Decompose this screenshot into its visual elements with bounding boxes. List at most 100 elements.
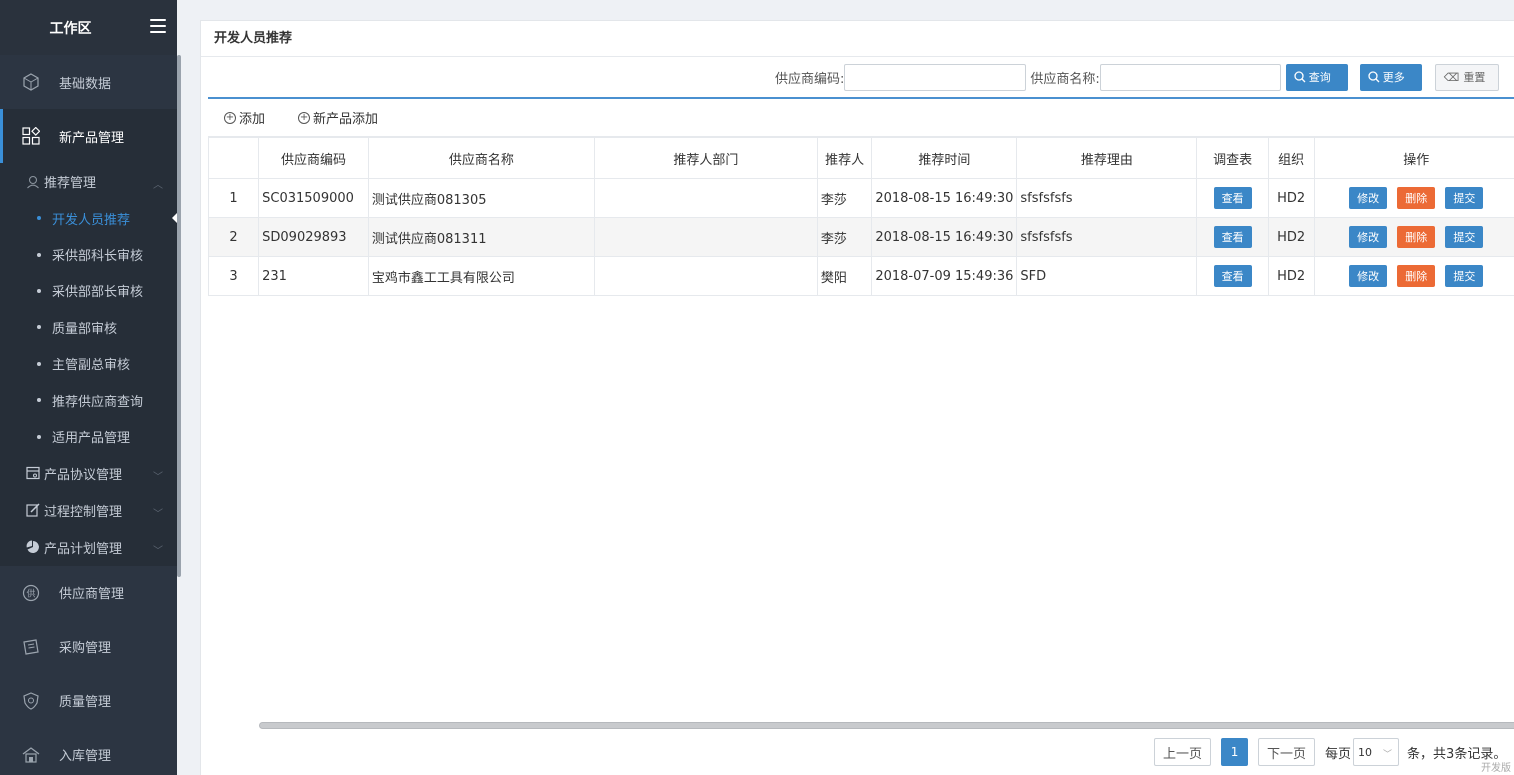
current-page-button[interactable]: 1 xyxy=(1221,738,1249,766)
sidebar-item-dev-recommend[interactable]: 开发人员推荐 xyxy=(0,200,178,236)
delete-button[interactable]: 删除 xyxy=(1397,187,1436,209)
sidebar-item-product-mgmt[interactable]: 适用产品管理 xyxy=(0,418,177,454)
col-header-dept[interactable]: 推荐人部门 xyxy=(593,137,818,179)
search-icon xyxy=(1368,71,1380,83)
col-header-code[interactable]: 供应商编码 xyxy=(258,137,369,179)
warehouse-icon xyxy=(22,746,40,764)
sidebar-item-label: 采供部科长审核 xyxy=(52,249,144,265)
edit-button[interactable]: 修改 xyxy=(1349,187,1388,209)
sidebar-item-label: 供应商管理 xyxy=(59,587,125,603)
row-org: HD2 xyxy=(1267,217,1315,257)
sidebar-item-supplier[interactable]: 供 供应商管理 xyxy=(0,566,177,620)
next-page-button[interactable]: 下一页 xyxy=(1258,738,1316,766)
sidebar-item-section-chief-review[interactable]: 采供部科长审核 xyxy=(0,236,177,272)
sidebar-group-new-product: 新产品管理 推荐管理 ︿ 开发人员推荐 采供部科长审核 采供部部长审核 质量部审… xyxy=(0,109,178,566)
query-button-label: 查询 xyxy=(1308,72,1331,84)
sidebar-subgroup-label: 过程控制管理 xyxy=(44,504,123,520)
sidebar-subgroup-process[interactable]: 过程控制管理 ﹀ xyxy=(0,492,177,529)
supplier-name-label: 供应商名称: xyxy=(1030,71,1100,87)
shield-icon xyxy=(22,692,40,710)
recommend-table: 供应商编码 供应商名称 推荐人部门 推荐人 推荐时间 推荐理由 调查表 组织 操… xyxy=(207,137,1514,296)
delete-button[interactable]: 删除 xyxy=(1397,265,1436,287)
delete-button[interactable]: 删除 xyxy=(1397,226,1436,248)
row-index: 2 xyxy=(207,217,260,257)
eraser-icon: ⌫ xyxy=(1443,71,1460,84)
sidebar-subgroup-plan[interactable]: 产品计划管理 ﹀ xyxy=(0,529,177,566)
table-header-row: 供应商编码 供应商名称 推荐人部门 推荐人 推荐时间 推荐理由 调查表 组织 操… xyxy=(207,137,1514,179)
row-supplier-code: SC031509000 xyxy=(258,178,369,218)
view-survey-button[interactable]: 查看 xyxy=(1213,226,1252,248)
table-row[interactable]: 3 231 宝鸡市鑫工工具有限公司 樊阳 2018-07-09 15:49:36… xyxy=(207,256,1514,296)
add-new-product-button[interactable]: + 新产品添加 xyxy=(298,108,378,127)
col-header-time[interactable]: 推荐时间 xyxy=(871,137,1018,179)
sidebar-item-warehouse[interactable]: 入库管理 xyxy=(0,728,177,775)
sidebar-item-quality-review[interactable]: 质量部审核 xyxy=(0,309,177,345)
row-index: 3 xyxy=(207,256,260,296)
chevron-down-icon: ﹀ xyxy=(153,471,163,483)
sidebar-subgroup-label: 产品计划管理 xyxy=(44,541,123,557)
sidebar-item-new-product[interactable]: 新产品管理 xyxy=(0,109,177,163)
more-button-label: 更多 xyxy=(1382,72,1405,84)
row-reason: SFD xyxy=(1016,256,1198,296)
submit-button[interactable]: 提交 xyxy=(1445,226,1484,248)
chevron-up-icon: ︿ xyxy=(153,180,163,191)
per-page-value: 10 xyxy=(1358,745,1373,759)
workspace-title: 工作区 xyxy=(49,20,92,37)
row-reason: sfsfsfsfs xyxy=(1016,217,1198,257)
sidebar-subgroup-agreement[interactable]: 产品协议管理 ﹀ xyxy=(0,455,177,492)
sidebar: 工作区 基础数据 新产品管理 推荐管理 ︿ 开发人员推荐 采供部科长审核 采供部… xyxy=(0,0,178,775)
query-button[interactable]: 查询 xyxy=(1285,63,1348,91)
submit-button[interactable]: 提交 xyxy=(1445,265,1484,287)
purchase-icon xyxy=(22,638,40,656)
row-dept xyxy=(593,178,818,218)
add-new-product-button-label: 新产品添加 xyxy=(313,112,379,127)
sidebar-item-quality[interactable]: 质量管理 xyxy=(0,674,177,728)
sidebar-item-basic-data[interactable]: 基础数据 xyxy=(0,55,177,109)
row-org: HD2 xyxy=(1267,178,1315,218)
row-survey-cell: 查看 xyxy=(1196,217,1269,257)
row-actions: 修改 删除 提交 xyxy=(1313,178,1514,218)
row-time: 2018-08-15 16:49:30 xyxy=(871,178,1018,218)
per-page-label: 每页 xyxy=(1325,746,1352,762)
view-survey-button[interactable]: 查看 xyxy=(1213,265,1252,287)
add-button-label: 添加 xyxy=(239,112,266,127)
prev-page-button[interactable]: 上一页 xyxy=(1154,738,1212,766)
col-header-org[interactable]: 组织 xyxy=(1267,137,1315,179)
sidebar-item-label: 主管副总审核 xyxy=(52,358,131,374)
edit-button[interactable]: 修改 xyxy=(1349,265,1388,287)
col-header-index xyxy=(207,137,260,179)
reset-button[interactable]: ⌫ 重置 xyxy=(1434,63,1499,91)
view-survey-button[interactable]: 查看 xyxy=(1213,187,1252,209)
sidebar-subgroup-label: 产品协议管理 xyxy=(44,467,123,483)
horizontal-scrollbar[interactable] xyxy=(259,722,1514,729)
sidebar-item-supplier-query[interactable]: 推荐供应商查询 xyxy=(0,382,177,418)
sidebar-item-minister-review[interactable]: 采供部部长审核 xyxy=(0,273,177,309)
chevron-down-icon: ﹀ xyxy=(153,508,163,520)
col-header-reason[interactable]: 推荐理由 xyxy=(1016,137,1198,179)
row-person: 樊阳 xyxy=(816,256,873,296)
col-header-person[interactable]: 推荐人 xyxy=(816,137,873,179)
col-header-name[interactable]: 供应商名称 xyxy=(367,137,595,179)
submit-button[interactable]: 提交 xyxy=(1445,187,1484,209)
sidebar-item-vp-review[interactable]: 主管副总审核 xyxy=(0,346,177,382)
sidebar-item-label: 质量部审核 xyxy=(52,321,118,337)
sidebar-scrollbar[interactable] xyxy=(177,55,181,577)
per-page-select[interactable]: 10 ﹀ xyxy=(1353,738,1400,766)
user-icon xyxy=(26,175,40,189)
table-row[interactable]: 1 SC031509000 测试供应商081305 李莎 2018-08-15 … xyxy=(207,178,1514,218)
page-title: 开发人员推荐 xyxy=(201,21,1514,57)
row-time: 2018-07-09 15:49:36 xyxy=(871,256,1018,296)
sidebar-item-label: 适用产品管理 xyxy=(52,431,131,447)
more-button[interactable]: 更多 xyxy=(1359,63,1422,91)
hamburger-menu-icon[interactable] xyxy=(150,19,166,33)
supplier-code-input[interactable] xyxy=(844,63,1027,91)
edit-button[interactable]: 修改 xyxy=(1349,226,1388,248)
table-row[interactable]: 2 SD09029893 测试供应商081311 李莎 2018-08-15 1… xyxy=(207,217,1514,257)
sidebar-item-purchase[interactable]: 采购管理 xyxy=(0,620,177,674)
supplier-name-input[interactable] xyxy=(1099,63,1281,91)
row-survey-cell: 查看 xyxy=(1196,178,1269,218)
sidebar-subgroup-recommend[interactable]: 推荐管理 ︿ xyxy=(0,163,177,200)
row-supplier-code: 231 xyxy=(258,256,369,296)
supplier-icon: 供 xyxy=(22,584,40,602)
add-button[interactable]: + 添加 xyxy=(224,108,265,127)
